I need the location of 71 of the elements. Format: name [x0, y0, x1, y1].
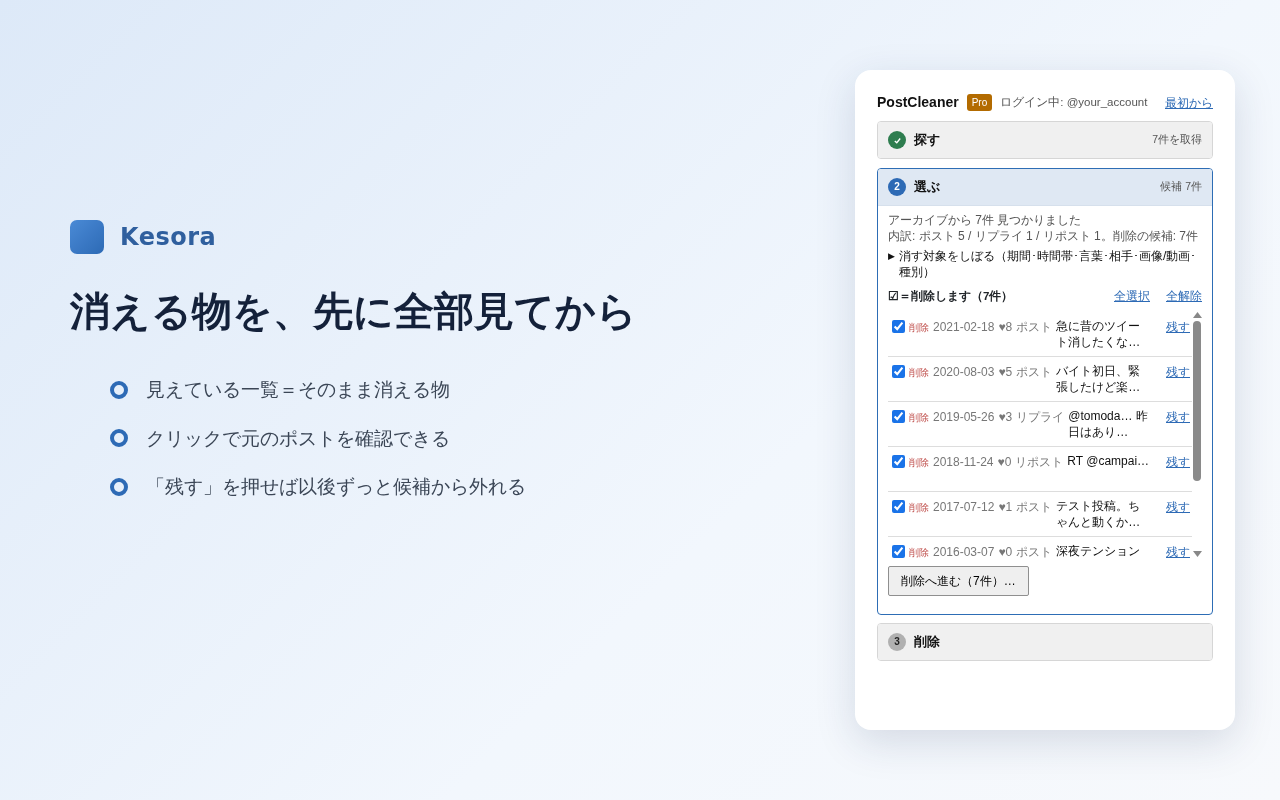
filter-toggle[interactable]: ▶ 消す対象をしぼる（期間･時間帯･言葉･相手･画像/動画･種別）: [888, 247, 1202, 281]
keep-link[interactable]: 残す: [1166, 542, 1190, 558]
post-text: 深夜テンション: [1056, 542, 1142, 558]
headline: 消える物を、先に全部見てから: [70, 287, 638, 337]
keep-link[interactable]: 残す: [1166, 497, 1190, 516]
post-text: @tomoda… 昨日はあり…: [1068, 407, 1149, 440]
delete-tag: 削除: [909, 544, 929, 558]
post-date: 2021-02-18: [933, 318, 995, 336]
post-text: バイト初日、緊張したけど楽…: [1056, 362, 1142, 395]
post-type: ポスト: [1016, 498, 1053, 516]
bullet-text: 「残す」を押せば以後ずっと候補から外れる: [146, 474, 526, 500]
scroll-down-icon[interactable]: [1192, 550, 1202, 558]
row-checkbox[interactable]: [892, 319, 905, 333]
like-count: ♥1: [998, 498, 1013, 516]
bullet-icon: [110, 477, 128, 496]
post-text: 急に昔のツイート消したくな…: [1056, 317, 1142, 350]
post-date: 2018-11-24: [933, 453, 994, 471]
post-date: 2019-05-26: [933, 408, 995, 426]
step-title: 削除: [914, 632, 940, 651]
step-number: 3: [888, 632, 906, 651]
post-text: RT @campai…: [1067, 452, 1151, 469]
pro-badge: Pro: [966, 94, 993, 111]
row-checkbox[interactable]: [892, 364, 905, 378]
bullet-text: クリックで元のポストを確認できる: [146, 425, 450, 451]
step-title: 探す: [914, 131, 940, 150]
keep-link[interactable]: 残す: [1166, 362, 1190, 381]
like-count: ♥0: [998, 543, 1013, 558]
post-type: リポスト: [1015, 453, 1064, 471]
select-all-link[interactable]: 全選択: [1114, 288, 1150, 306]
like-count: ♥8: [998, 318, 1013, 336]
post-date: 2020-08-03: [933, 363, 995, 381]
step-number: 2: [888, 177, 906, 196]
keep-link[interactable]: 残す: [1166, 317, 1190, 336]
bullet-icon: [110, 380, 128, 399]
like-count: ♥0: [997, 453, 1012, 471]
scrollbar[interactable]: [1192, 311, 1202, 558]
like-count: ♥5: [998, 363, 1013, 381]
bullet-icon: [110, 429, 128, 447]
app-title: PostCleaner: [877, 93, 959, 112]
post-text: テスト投稿。ちゃんと動くか…: [1056, 497, 1142, 530]
delete-tag: 削除: [909, 499, 929, 515]
post-type: リプライ: [1016, 408, 1065, 426]
post-type: ポスト: [1016, 363, 1053, 381]
keep-link[interactable]: 残す: [1166, 407, 1190, 426]
login-status: ログイン中: @your_account: [1000, 94, 1148, 110]
delete-tag: 削除: [909, 454, 929, 470]
legend-text: ☑＝削除します（7件）: [888, 289, 1014, 305]
post-type: ポスト: [1016, 318, 1053, 336]
proceed-button[interactable]: 削除へ進む（7件）…: [888, 565, 1029, 596]
delete-tag: 削除: [909, 409, 929, 425]
row-checkbox[interactable]: [892, 409, 905, 423]
brand-name: Kesora: [120, 222, 217, 254]
found-text: アーカイブから 7件 見つかりました: [888, 211, 1083, 228]
bullet-text: 見えている一覧＝そのまま消える物: [146, 377, 450, 403]
delete-tag: 削除: [909, 364, 929, 380]
step-summary: 候補 7件: [1160, 178, 1202, 194]
post-date: 2017-07-12: [933, 498, 995, 516]
row-checkbox[interactable]: [892, 499, 905, 513]
deselect-all-link[interactable]: 全解除: [1166, 288, 1202, 306]
restart-link[interactable]: 最初から: [1165, 93, 1213, 112]
logo-icon: [70, 220, 104, 255]
breakdown-text: 内訳: ポスト 5 / リプライ 1 / リポスト 1。削除の候補: 7件: [888, 227, 1200, 244]
step-title: 選ぶ: [914, 178, 940, 196]
row-checkbox[interactable]: [892, 544, 905, 558]
keep-link[interactable]: 残す: [1166, 452, 1190, 471]
post-date: 2016-03-07: [933, 543, 995, 558]
like-count: ♥3: [998, 408, 1013, 426]
delete-tag: 削除: [909, 319, 929, 335]
step-summary: 7件を取得: [1152, 132, 1202, 148]
post-type: ポスト: [1016, 543, 1053, 558]
row-checkbox[interactable]: [892, 454, 905, 468]
